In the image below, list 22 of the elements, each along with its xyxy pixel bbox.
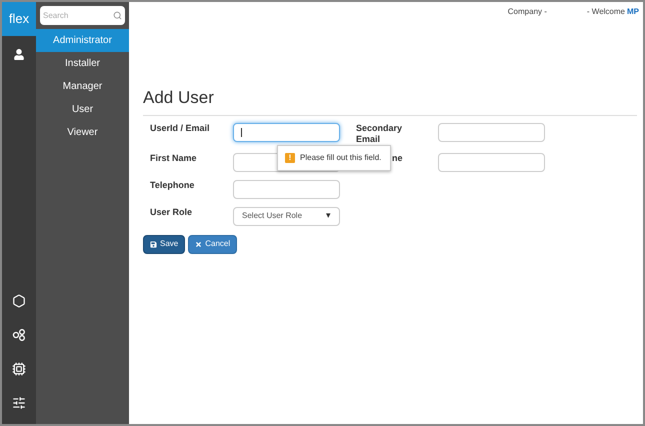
page-title: Add User [143,85,637,116]
field-label: User Role [150,206,194,218]
field-label: Telephone [150,180,196,190]
nav-item[interactable]: Manager [36,75,129,98]
user-link[interactable]: MP [627,6,639,18]
user-role-select[interactable]: Select User Role ▾ [233,206,340,226]
warning-icon: ! [285,153,295,163]
logo[interactable]: flex [2,2,36,36]
save-button[interactable]: Save [143,234,186,254]
field-label: ne [392,152,403,164]
tooltip-text: Please fill out this field. [300,152,382,164]
nav-item[interactable]: Installer [36,52,129,75]
nav-item[interactable]: Viewer [36,121,129,144]
cancel-button[interactable]: Cancel [188,234,238,254]
field-label: First Name [150,152,198,164]
field-label: Secondary Email [356,122,404,144]
caret-icon: ▾ [326,209,331,223]
welcome-text: - Welcome [586,6,625,18]
nav-item[interactable]: User [36,98,129,121]
company-label: Company - [508,6,547,18]
nav-item[interactable]: Administrator [36,29,129,52]
field-label: UserId / Email [150,122,211,134]
